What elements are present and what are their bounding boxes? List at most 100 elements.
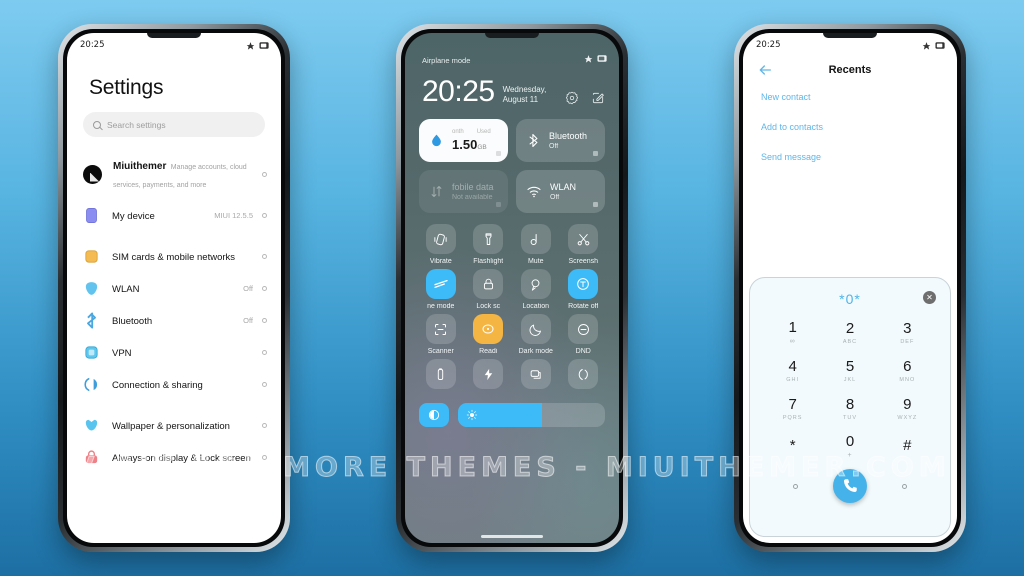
tile-state: Off <box>550 193 560 201</box>
list-item-account[interactable]: Miuithemer Manage accounts, cloud servic… <box>67 149 281 199</box>
list-item-connection-sharing[interactable]: Connection & sharing <box>67 368 281 400</box>
key-sub: JKL <box>843 376 857 383</box>
wallpaper-icon <box>85 419 98 430</box>
tile-corner-marker <box>593 151 598 156</box>
link-new-contact[interactable]: New contact <box>761 92 957 102</box>
key-sub: + <box>847 452 853 459</box>
quick-toggle-battery[interactable] <box>417 359 465 393</box>
key-hash[interactable]: # <box>879 430 936 463</box>
data-amount-unit: GB <box>477 144 487 151</box>
row-label: Always-on display & Lock screen <box>112 453 251 464</box>
quick-toggle-mute[interactable]: Mute <box>512 224 560 265</box>
tile-bluetooth[interactable]: Bluetooth Off <box>516 119 605 162</box>
key-digit: 6 <box>903 357 912 375</box>
link-add-to-contacts[interactable]: Add to contacts <box>761 122 957 132</box>
search-input[interactable]: Search settings <box>83 112 265 137</box>
settings-group-network: SIM cards & mobile networks WLAN Off Blu… <box>67 240 281 400</box>
tile-mobile-data[interactable]: fobile data Not available <box>419 170 508 213</box>
phone-bezel: 20:25 Recents New contact Add to contact… <box>739 29 961 547</box>
toggle-label: Lock sc <box>476 303 501 310</box>
phone-settings: 20:25 Settings Search settings Miuitheme… <box>58 24 290 552</box>
search-placeholder: Search settings <box>107 119 166 130</box>
location-icon <box>520 269 551 299</box>
phone-control-center: Airplane mode 20:25 Wednesday, August 11 <box>396 24 628 552</box>
call-button[interactable] <box>832 469 867 503</box>
list-item-sim-cards[interactable]: SIM cards & mobile networks <box>67 240 281 272</box>
quick-settings-grid: Vibrate Flashlight Mute Screensh ne mode… <box>405 213 619 393</box>
quick-toggle-power[interactable] <box>465 359 513 393</box>
quick-toggle-screenshot[interactable]: Screensh <box>560 224 608 265</box>
chevron-icon <box>262 253 267 259</box>
key-9[interactable]: 9 WXYZ <box>879 392 936 425</box>
key-1[interactable]: 1 ∞ <box>764 316 821 349</box>
settings-gear-icon[interactable] <box>565 91 579 105</box>
quick-toggle-lock-screen[interactable]: Lock sc <box>465 269 513 310</box>
key-digit: 1 <box>788 319 797 336</box>
edit-icon[interactable] <box>591 91 605 105</box>
list-item-always-on-display[interactable]: Always-on display & Lock screen <box>67 441 281 473</box>
quick-toggle-rotate[interactable]: Rotate off <box>560 269 608 310</box>
key-6[interactable]: 6 MNO <box>879 354 936 387</box>
link-send-message[interactable]: Send message <box>761 152 957 162</box>
row-label: VPN <box>112 348 132 359</box>
auto-brightness-icon <box>428 409 440 421</box>
quick-toggle-sound[interactable] <box>560 359 608 393</box>
key-sub: GHI <box>786 376 800 383</box>
key-sub: ∞ <box>789 338 796 345</box>
quick-toggle-flashlight[interactable]: Flashlight <box>465 224 513 265</box>
key-2[interactable]: 2 ABC <box>821 316 878 349</box>
quick-toggle-vibrate[interactable]: Vibrate <box>417 224 465 265</box>
cast-icon <box>520 359 551 389</box>
right-option-button[interactable] <box>901 483 907 489</box>
left-option-button[interactable] <box>793 483 799 489</box>
toggle-label: Vibrate <box>429 258 452 265</box>
tile-data-usage[interactable]: onth Used 1.50GB <box>419 119 508 162</box>
mute-icon <box>520 224 551 254</box>
brightness-fill <box>458 403 542 427</box>
quick-toggle-scanner[interactable]: Scanner <box>417 314 465 355</box>
key-4[interactable]: 4 GHI <box>764 354 821 387</box>
list-item-wlan[interactable]: WLAN Off <box>67 272 281 304</box>
settings-screen: 20:25 Settings Search settings Miuitheme… <box>67 33 281 543</box>
quick-toggle-cast[interactable] <box>512 359 560 393</box>
airplane-status-icon <box>922 41 931 50</box>
key-digit: 2 <box>845 319 855 337</box>
tile-wlan[interactable]: WLAN Off <box>516 170 605 213</box>
key-7[interactable]: 7 PQRS <box>764 392 821 425</box>
quick-toggle-dnd[interactable]: DND <box>560 314 608 355</box>
quick-toggle-dark-mode[interactable]: Dark mode <box>512 314 560 355</box>
key-digit: 8 <box>845 395 855 413</box>
toggle-label: Readi <box>479 348 498 355</box>
key-star[interactable]: * <box>764 430 821 463</box>
quick-toggle-reading-mode[interactable]: Readi <box>465 314 513 355</box>
key-8[interactable]: 8 TUV <box>821 392 878 425</box>
list-item-vpn[interactable]: VPN <box>67 336 281 368</box>
row-texts: WLAN <box>112 279 243 297</box>
big-tiles: onth Used 1.50GB Bluetooth Off fobile da… <box>405 107 619 213</box>
row-label: Bluetooth <box>112 316 153 327</box>
back-arrow-icon[interactable] <box>757 62 773 78</box>
status-time <box>418 40 421 50</box>
delete-button[interactable]: ✕ <box>923 291 936 304</box>
list-item-my-device[interactable]: My device MIUI 12.5.5 <box>67 199 281 231</box>
row-texts: My device <box>112 206 214 224</box>
chevron-icon <box>262 285 267 291</box>
list-item-bluetooth[interactable]: Bluetooth Off <box>67 304 281 336</box>
key-3[interactable]: 3 DEF <box>879 316 936 349</box>
moon-icon <box>520 314 551 344</box>
chevron-icon <box>262 454 267 460</box>
key-5[interactable]: 5 JKL <box>821 354 878 387</box>
brightness-slider[interactable] <box>458 403 605 427</box>
tile-name: fobile data <box>452 182 494 193</box>
clock-actions <box>565 91 605 107</box>
list-item-wallpaper[interactable]: Wallpaper & personalization <box>67 409 281 441</box>
quick-toggle-airplane-mode[interactable]: ne mode <box>417 269 465 310</box>
key-0[interactable]: 0 + <box>821 430 878 463</box>
quick-toggle-location[interactable]: Location <box>512 269 560 310</box>
row-label: My device <box>112 211 155 222</box>
bluetooth-icon <box>529 134 538 147</box>
auto-brightness-toggle[interactable] <box>419 403 449 427</box>
power-icon <box>473 359 504 389</box>
status-icons <box>922 41 946 50</box>
key-sub: ABC <box>842 338 858 345</box>
